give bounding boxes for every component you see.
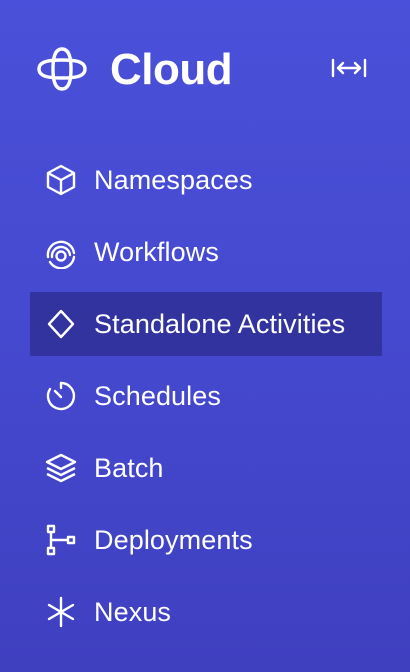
expand-horizontal-icon xyxy=(330,58,368,86)
diamond-icon xyxy=(44,307,78,341)
sidebar-item-nexus[interactable]: Nexus xyxy=(30,580,382,644)
sidebar-item-deployments[interactable]: Deployments xyxy=(30,508,382,572)
sidebar-item-label: Standalone Activities xyxy=(94,308,346,339)
sidebar-item-label: Deployments xyxy=(94,524,253,555)
workflow-rings-icon xyxy=(44,235,78,269)
layers-icon xyxy=(44,451,78,485)
sidebar-item-label: Batch xyxy=(94,452,164,483)
deployment-nodes-icon xyxy=(44,523,78,557)
sidebar-header: Cloud xyxy=(36,40,376,100)
sidebar-item-label: Nexus xyxy=(94,596,172,627)
cube-icon xyxy=(44,163,78,197)
sidebar-item-label: Schedules xyxy=(94,380,221,411)
sidebar-nav: Namespaces Workflows Standalone Activiti… xyxy=(30,148,382,652)
sidebar-item-schedules[interactable]: Schedules xyxy=(30,364,382,428)
sidebar-item-batch[interactable]: Batch xyxy=(30,436,382,500)
temporal-logo-icon[interactable] xyxy=(36,46,88,92)
asterisk-icon xyxy=(44,595,78,629)
sidebar-item-label: Namespaces xyxy=(94,164,253,195)
timer-icon xyxy=(44,379,78,413)
sidebar-item-label: Workflows xyxy=(94,236,219,267)
sidebar-item-workflows[interactable]: Workflows xyxy=(30,220,382,284)
sidebar-item-standalone-activities[interactable]: Standalone Activities xyxy=(30,292,382,356)
sidebar: Cloud Namespaces Workflows Standalone Ac… xyxy=(0,0,410,672)
collapse-sidebar-button[interactable] xyxy=(330,54,368,82)
sidebar-item-namespaces[interactable]: Namespaces xyxy=(30,148,382,212)
app-title: Cloud xyxy=(110,45,233,94)
